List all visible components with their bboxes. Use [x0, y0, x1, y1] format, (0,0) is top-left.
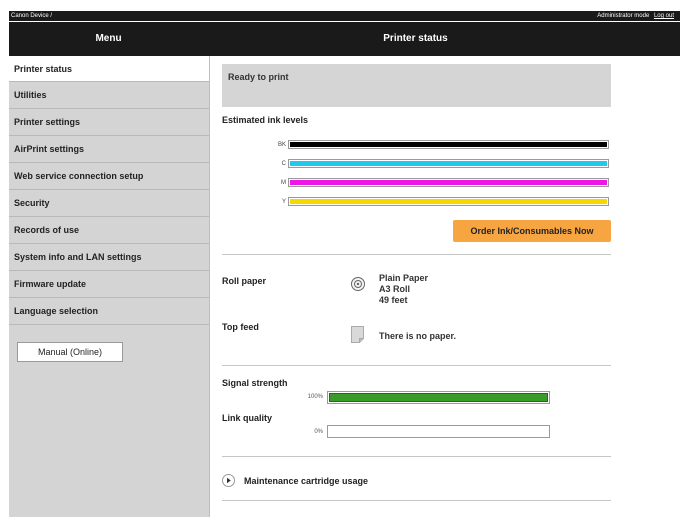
- sidebar-item-language-selection[interactable]: Language selection: [9, 298, 209, 325]
- roll-paper-size: A3 Roll: [379, 284, 411, 294]
- sidebar-item-firmware-update[interactable]: Firmware update: [9, 271, 209, 298]
- section-divider: [222, 500, 611, 501]
- status-text: Ready to print: [228, 72, 289, 82]
- status-box: Ready to print: [222, 64, 611, 107]
- page-title: Printer status: [383, 33, 448, 44]
- sidebar-item-airprint-settings[interactable]: AirPrint settings: [9, 136, 209, 163]
- ink-bar-c: [288, 159, 609, 168]
- section-divider: [222, 456, 611, 457]
- sidebar-item-web-service-connection-setup[interactable]: Web service connection setup: [9, 163, 209, 190]
- roll-paper-info: Plain Paper A3 Roll 49 feet: [379, 273, 428, 306]
- admin-mode-area: Administrator mode Log out: [597, 11, 674, 21]
- ink-fill-y: [290, 199, 607, 204]
- ink-label-bk: BK: [277, 142, 286, 148]
- sidebar: Printer status Utilities Printer setting…: [9, 56, 210, 517]
- roll-paper-label: Roll paper: [222, 276, 267, 286]
- roll-paper-remaining: 49 feet: [379, 295, 408, 305]
- ink-row-c: C: [270, 158, 612, 170]
- ink-fill-bk: [290, 142, 607, 147]
- section-divider: [222, 254, 611, 255]
- roll-paper-icon: [351, 277, 365, 291]
- ink-fill-m: [290, 180, 607, 185]
- ink-bar-bk: [288, 140, 609, 149]
- ink-label-m: M: [281, 180, 286, 186]
- device-name: Canon Device /: [11, 13, 53, 19]
- ink-fill-c: [290, 161, 607, 166]
- signal-strength-label: Signal strength: [222, 378, 288, 388]
- sidebar-item-printer-settings[interactable]: Printer settings: [9, 109, 209, 136]
- sidebar-item-utilities[interactable]: Utilities: [9, 82, 209, 109]
- expand-arrow-icon[interactable]: [222, 474, 235, 487]
- signal-strength-bar: [327, 391, 550, 404]
- ink-levels-heading: Estimated ink levels: [222, 115, 309, 125]
- section-divider: [222, 365, 611, 366]
- link-quality-bar: [327, 425, 550, 438]
- ink-row-bk: BK: [270, 139, 612, 151]
- sidebar-item-printer-status[interactable]: Printer status: [9, 56, 209, 82]
- top-feed-label: Top feed: [222, 322, 259, 332]
- ink-bar-y: [288, 197, 609, 206]
- header-bar: Menu Printer status: [9, 22, 680, 56]
- ink-row-y: Y: [270, 196, 612, 208]
- sidebar-item-security[interactable]: Security: [9, 190, 209, 217]
- maintenance-cartridge-usage-link[interactable]: Maintenance cartridge usage: [244, 476, 368, 486]
- admin-mode-label: Administrator mode: [597, 13, 650, 19]
- ink-label-y: Y: [281, 199, 286, 205]
- link-quality-label: Link quality: [222, 413, 273, 423]
- menu-title: Menu: [95, 33, 122, 44]
- link-quality-percent: 0%: [314, 429, 323, 435]
- sheet-paper-icon: [351, 326, 364, 343]
- top-bar: Canon Device / Administrator mode Log ou…: [9, 11, 680, 21]
- order-ink-button[interactable]: Order Ink/Consumables Now: [453, 220, 611, 242]
- ink-bar-m: [288, 178, 609, 187]
- signal-strength-percent: 100%: [307, 394, 323, 400]
- signal-strength-fill: [329, 393, 548, 402]
- logout-link[interactable]: Log out: [654, 13, 674, 19]
- top-feed-status: There is no paper.: [379, 331, 457, 341]
- roll-paper-type: Plain Paper: [379, 273, 429, 283]
- manual-online-button[interactable]: Manual (Online): [17, 342, 123, 362]
- ink-label-c: C: [281, 161, 286, 167]
- ink-row-m: M: [270, 177, 612, 189]
- sidebar-item-system-info-lan[interactable]: System info and LAN settings: [9, 244, 209, 271]
- sidebar-item-records-of-use[interactable]: Records of use: [9, 217, 209, 244]
